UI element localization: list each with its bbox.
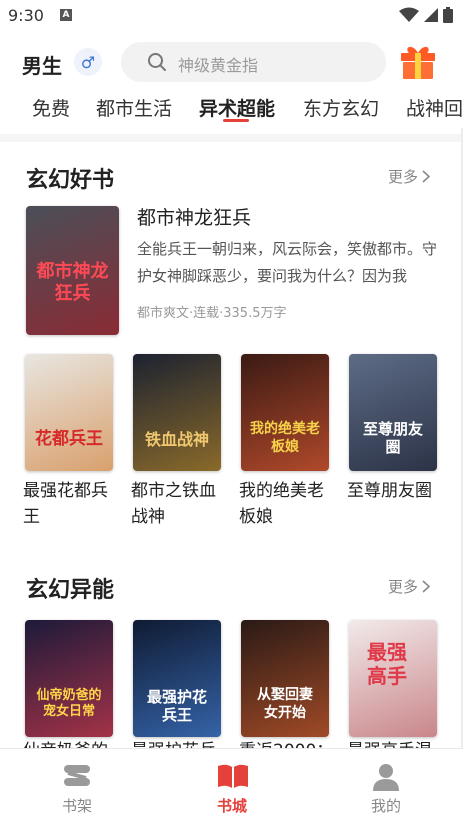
tab-free[interactable]: 免费: [32, 94, 70, 121]
book-cover[interactable]: 仙帝奶爸的宠女日常: [25, 620, 113, 737]
status-icons: [399, 7, 453, 23]
more-link[interactable]: 更多: [388, 166, 431, 187]
tab-supernatural[interactable]: 异术超能: [199, 94, 275, 121]
cover-title: 我的绝美老板娘: [250, 421, 320, 455]
book-title[interactable]: 至尊朋友圈: [347, 478, 443, 504]
signal-icon: [424, 8, 438, 22]
male-symbol-icon: ♂: [80, 52, 96, 72]
tab-eastern-fantasy[interactable]: 东方玄幻: [303, 94, 379, 121]
cover-title: 至尊朋友圈: [362, 420, 423, 456]
divider: [0, 134, 463, 142]
nav-profile[interactable]: 我的: [336, 749, 436, 823]
search-placeholder: 神级黄金指: [178, 56, 259, 75]
notification-a-icon: A: [60, 9, 72, 21]
battery-icon: [443, 7, 453, 23]
tab-war-god[interactable]: 战神回: [406, 94, 463, 121]
cover-title: 花都兵王: [35, 429, 103, 449]
book-title[interactable]: 重返2000：从娶老婆开始: [239, 738, 335, 748]
search-bar[interactable]: 神级黄金指: [121, 42, 386, 82]
cover-title: 铁血战神: [144, 430, 209, 449]
book-title[interactable]: 都市之铁血战神: [131, 478, 227, 530]
section-title: 玄幻异能: [26, 578, 115, 603]
nav-bookstore[interactable]: 书城: [182, 749, 282, 823]
gift-icon[interactable]: [399, 44, 437, 80]
book-cover[interactable]: 铁血战神: [133, 354, 221, 471]
nav-label: 书城: [216, 797, 247, 815]
featured-book-description: 全能兵王一朝归来，风云际会，笑傲都市。守护女神脚踩恶少，要问我为什么？因为我: [137, 240, 437, 285]
book-title[interactable]: 最强护花兵王: [131, 738, 227, 748]
gender-label[interactable]: 男生: [22, 50, 62, 79]
book-cover[interactable]: 花都兵王: [25, 354, 113, 471]
user-icon: [373, 764, 399, 791]
cover-title: 都市神龙狂兵: [36, 261, 109, 304]
book-title[interactable]: 仙帝奶爸的宠女日常: [23, 738, 119, 748]
section-title: 玄幻好书: [26, 168, 115, 193]
search-icon: [148, 53, 166, 71]
book-cover[interactable]: 我的绝美老板娘: [241, 354, 329, 471]
top-bar: 男生 ♂ 神级黄金指: [0, 40, 463, 84]
book-title[interactable]: 最强高手混都市: [347, 738, 443, 748]
featured-book-meta: 都市爽文·连载·335.5万字: [137, 306, 287, 321]
book-cover[interactable]: 最强护花兵王: [133, 620, 221, 737]
open-book-icon: [218, 764, 248, 788]
cover-title: 最强高手: [367, 640, 407, 688]
book-title[interactable]: 最强花都兵王: [23, 478, 119, 530]
more-label: 更多: [388, 578, 419, 596]
tab-urban-life[interactable]: 都市生活: [96, 94, 172, 121]
book-cover[interactable]: 最强高手: [349, 620, 437, 737]
nav-label: 书架: [61, 797, 92, 815]
nav-label: 我的: [370, 797, 401, 815]
category-tabs: 免费 都市生活 异术超能 东方玄幻 战神回: [0, 88, 463, 128]
book-cover[interactable]: 从娶回妻女开始: [241, 620, 329, 737]
featured-book-title[interactable]: 都市神龙狂兵: [137, 203, 251, 230]
chevron-right-icon: [422, 580, 431, 593]
cover-title: 仙帝奶爸的宠女日常: [36, 688, 102, 719]
cover-title: 从娶回妻女开始: [257, 687, 313, 721]
featured-book-cover[interactable]: 都市神龙狂兵: [26, 206, 119, 335]
more-link[interactable]: 更多: [388, 576, 431, 597]
status-time: 9:30: [8, 6, 44, 25]
nav-bookshelf[interactable]: 书架: [27, 749, 127, 823]
chevron-right-icon: [422, 170, 431, 183]
wifi-icon: [399, 7, 419, 22]
more-label: 更多: [388, 168, 419, 186]
status-bar: 9:30 A: [0, 0, 463, 32]
book-title[interactable]: 我的绝美老板娘: [239, 478, 335, 530]
gender-switch-button[interactable]: ♂: [74, 48, 102, 76]
active-tab-indicator: [223, 119, 249, 122]
cover-title: 最强护花兵王: [147, 688, 208, 724]
bookshelf-icon: [64, 765, 90, 786]
book-cover[interactable]: 至尊朋友圈: [349, 354, 437, 471]
bottom-nav: 书架 书城 我的: [0, 748, 463, 823]
